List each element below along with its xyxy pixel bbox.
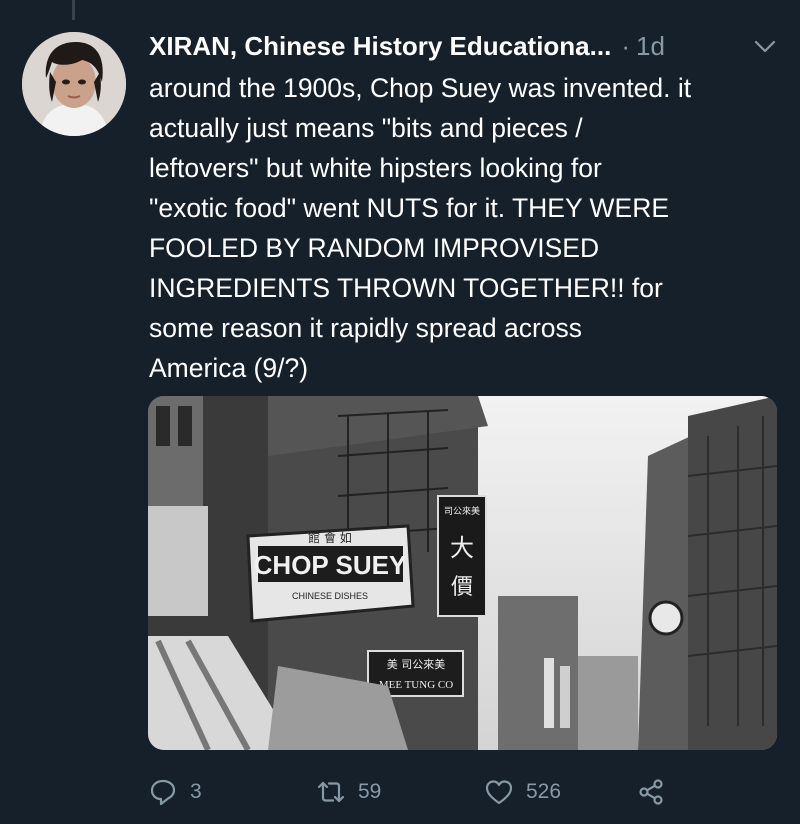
retweet-icon [317, 781, 345, 803]
reply-icon [150, 779, 176, 806]
hanging-sign-text: 司公來美 [444, 505, 480, 517]
avatar[interactable] [22, 32, 126, 136]
sign-top-text: 館 會 如 [308, 530, 352, 545]
lower-sign-text: MEE TUNG CO [379, 679, 453, 691]
svg-text:大: 大 [450, 534, 474, 562]
lower-sign-cn-text: 美 司公來美 [387, 658, 446, 671]
heart-icon [485, 780, 513, 805]
svg-text:價: 價 [451, 575, 473, 600]
timestamp[interactable]: 1d [636, 31, 665, 62]
chop-suey-sign-text: CHOP SUEY [254, 550, 407, 580]
separator-dot: · [621, 30, 630, 61]
like-button[interactable]: 526 [484, 770, 561, 814]
share-button[interactable] [636, 770, 666, 814]
reply-button[interactable]: 3 [148, 770, 202, 814]
author-name[interactable]: XIRAN, Chinese History Educationa... [149, 31, 611, 62]
street-scene-image: CHOP SUEY 館 會 如 CHINESE DISHES 司公來美 大 價 … [148, 396, 777, 750]
retweet-button[interactable]: 59 [316, 770, 381, 814]
tweet-actions: 3 59 526 [148, 770, 788, 814]
thread-line [72, 0, 75, 20]
share-icon [639, 779, 663, 805]
retweet-count: 59 [358, 780, 382, 803]
like-count: 526 [526, 780, 562, 803]
reply-count: 3 [190, 780, 202, 803]
tweet-text: around the 1900s, Chop Suey was invented… [149, 73, 692, 383]
tweet-photo[interactable]: CHOP SUEY 館 會 如 CHINESE DISHES 司公來美 大 價 … [148, 396, 777, 750]
chevron-down-icon[interactable] [751, 32, 779, 60]
sign-sub-text: CHINESE DISHES [292, 591, 368, 601]
avatar-image [22, 32, 126, 136]
tweet-header: XIRAN, Chinese History Educationa... · 1… [149, 26, 779, 66]
